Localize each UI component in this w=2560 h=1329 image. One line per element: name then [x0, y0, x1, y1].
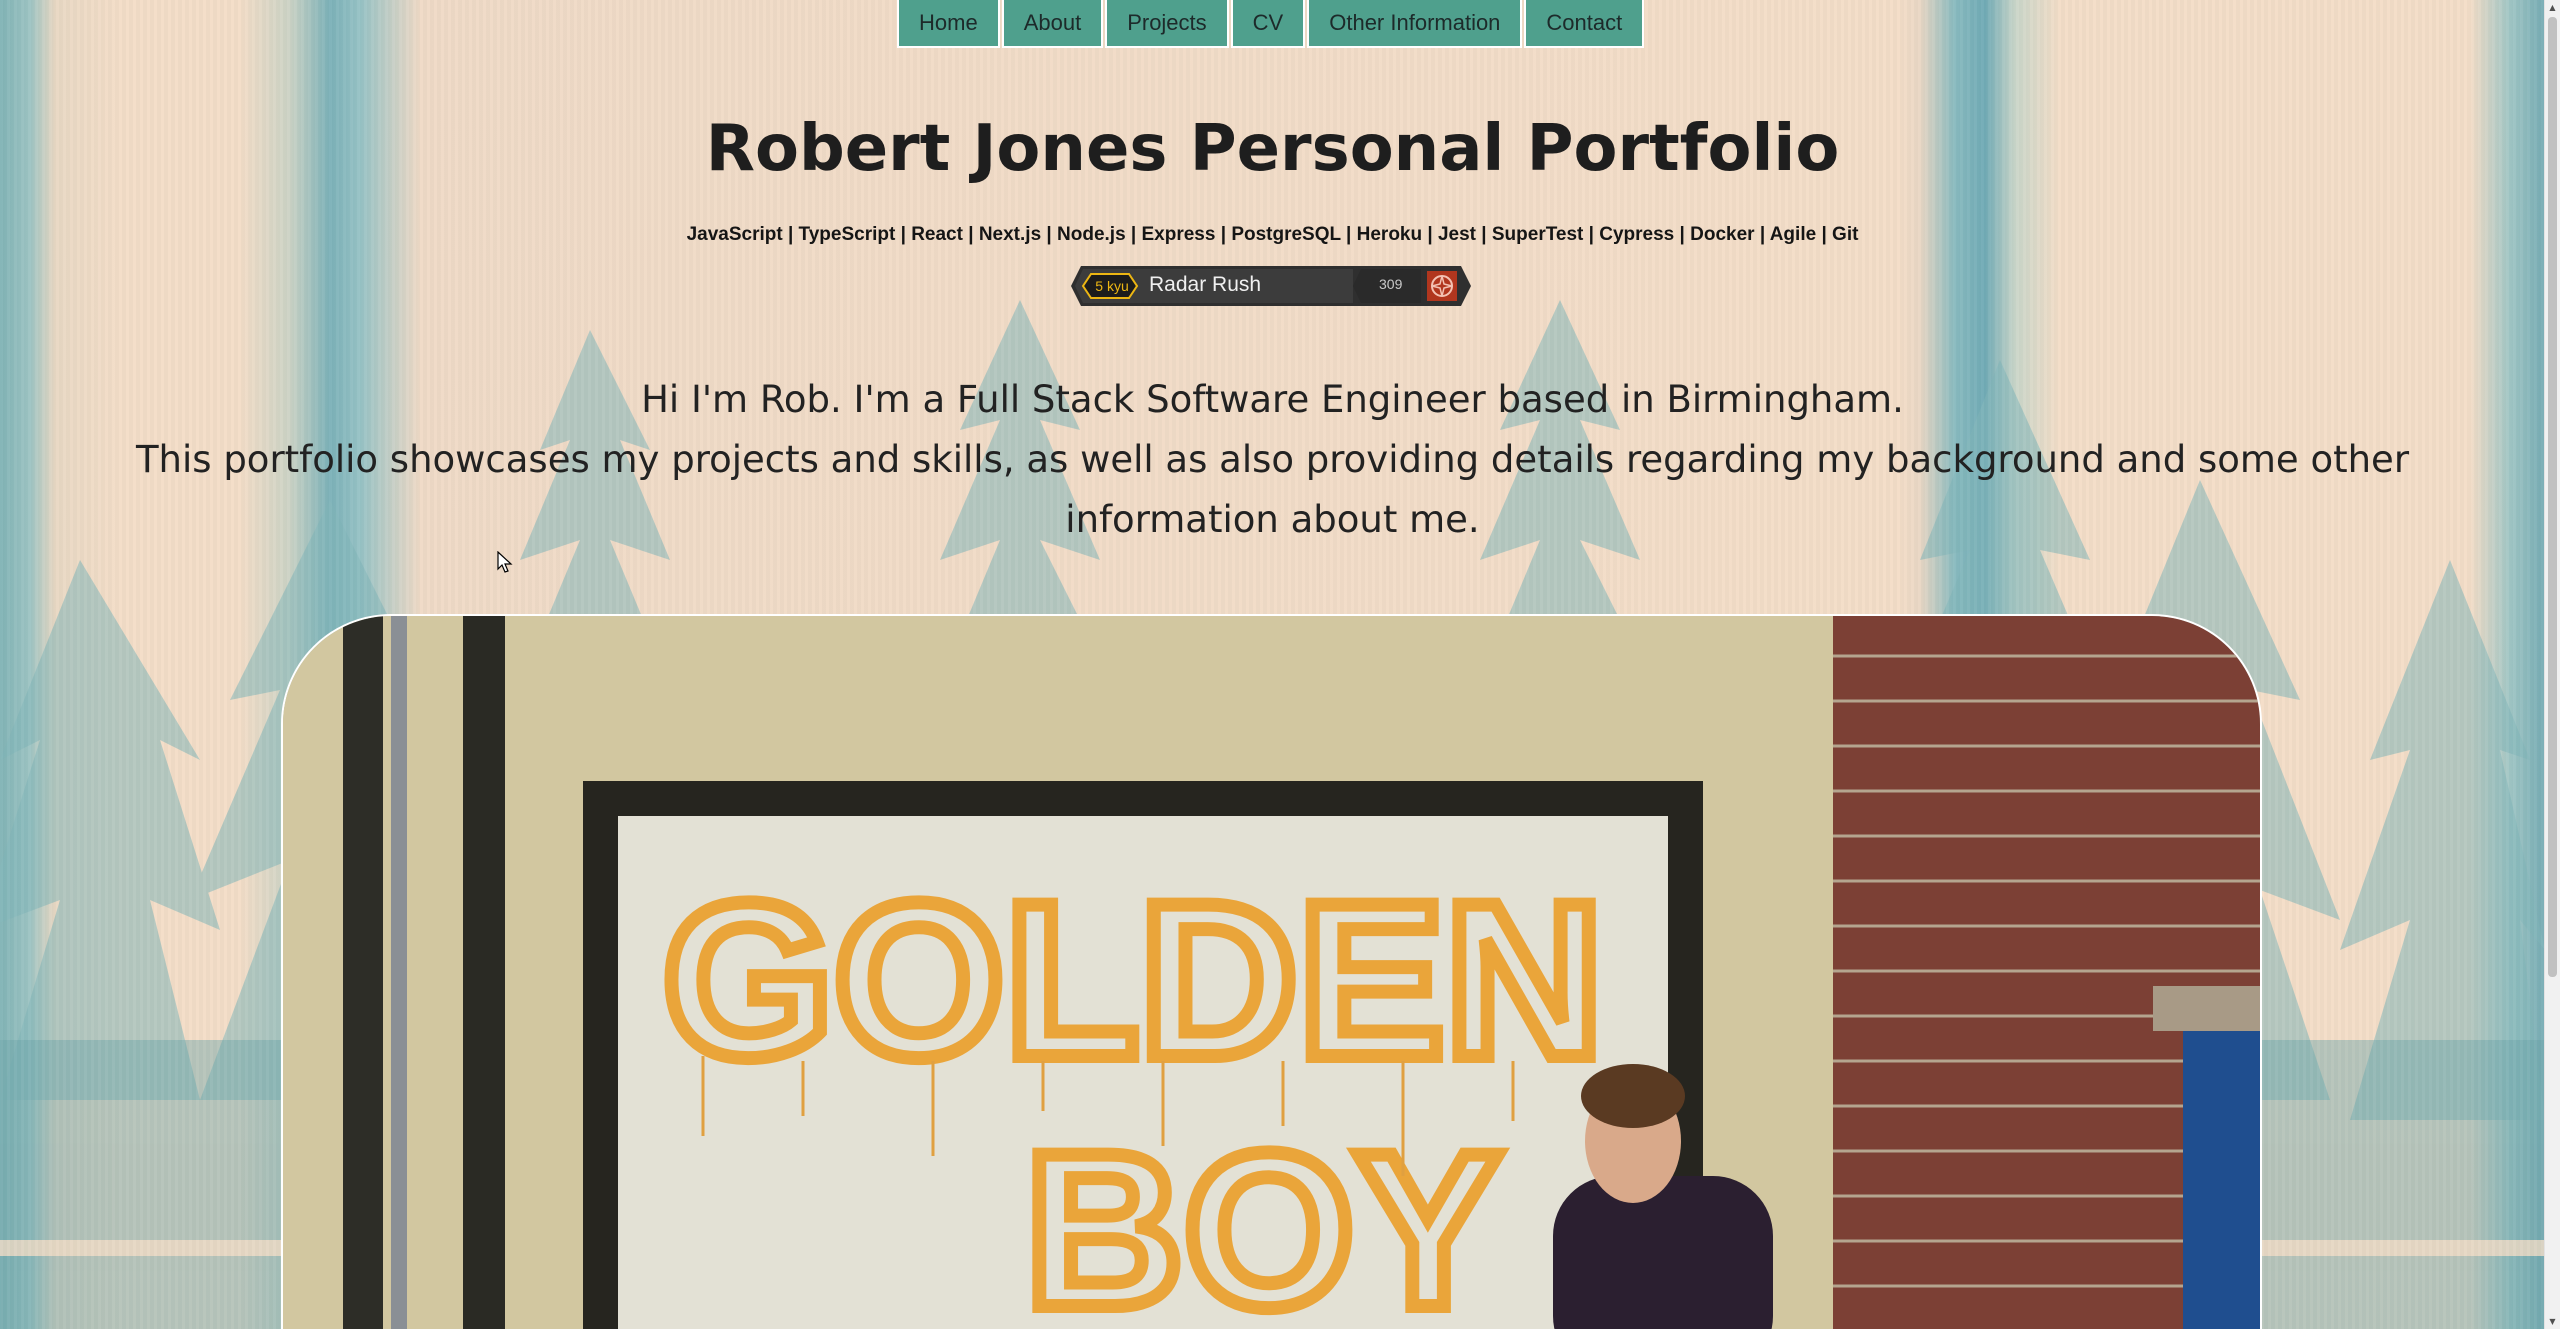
skills-list: JavaScript | TypeScript | React | Next.j…: [686, 224, 1859, 245]
scrollbar-thumb[interactable]: [2548, 17, 2557, 977]
nav-home[interactable]: Home: [897, 0, 1000, 48]
nav-contact[interactable]: Contact: [1524, 0, 1645, 48]
scroll-down-icon[interactable]: ▼: [2545, 1314, 2560, 1329]
username-label: Radar Rush: [1149, 273, 1262, 296]
nav-other-information[interactable]: Other Information: [1307, 0, 1523, 48]
nav-cv[interactable]: CV: [1230, 0, 1306, 48]
mouse-cursor-icon: [497, 551, 513, 573]
vertical-scrollbar[interactable]: ▲ ▼: [2544, 0, 2560, 1329]
intro-line-2: This portfolio showcases my projects and…: [135, 438, 2410, 541]
main-nav: Home About Projects CV Other Information…: [897, 0, 1645, 48]
scroll-up-icon[interactable]: ▲: [2545, 0, 2560, 15]
photo-scene: GOLDEN BOY: [283, 616, 2260, 1329]
profile-photo: GOLDEN BOY: [281, 614, 2262, 1329]
honor-value: 309: [1379, 276, 1403, 292]
rank-label: 5 kyu: [1095, 278, 1129, 294]
intro-line-1: Hi I'm Rob. I'm a Full Stack Software En…: [641, 378, 1904, 421]
codewars-badge[interactable]: 5 kyu Radar Rush 309: [1071, 266, 1471, 306]
page-title: Robert Jones Personal Portfolio: [705, 112, 1840, 186]
intro-text: Hi I'm Rob. I'm a Full Stack Software En…: [60, 370, 2485, 550]
nav-about[interactable]: About: [1001, 0, 1104, 48]
nav-projects[interactable]: Projects: [1105, 0, 1229, 48]
mural-text-line-2: BOY: [1025, 1107, 1502, 1329]
codewars-logo-icon: [1427, 271, 1457, 301]
